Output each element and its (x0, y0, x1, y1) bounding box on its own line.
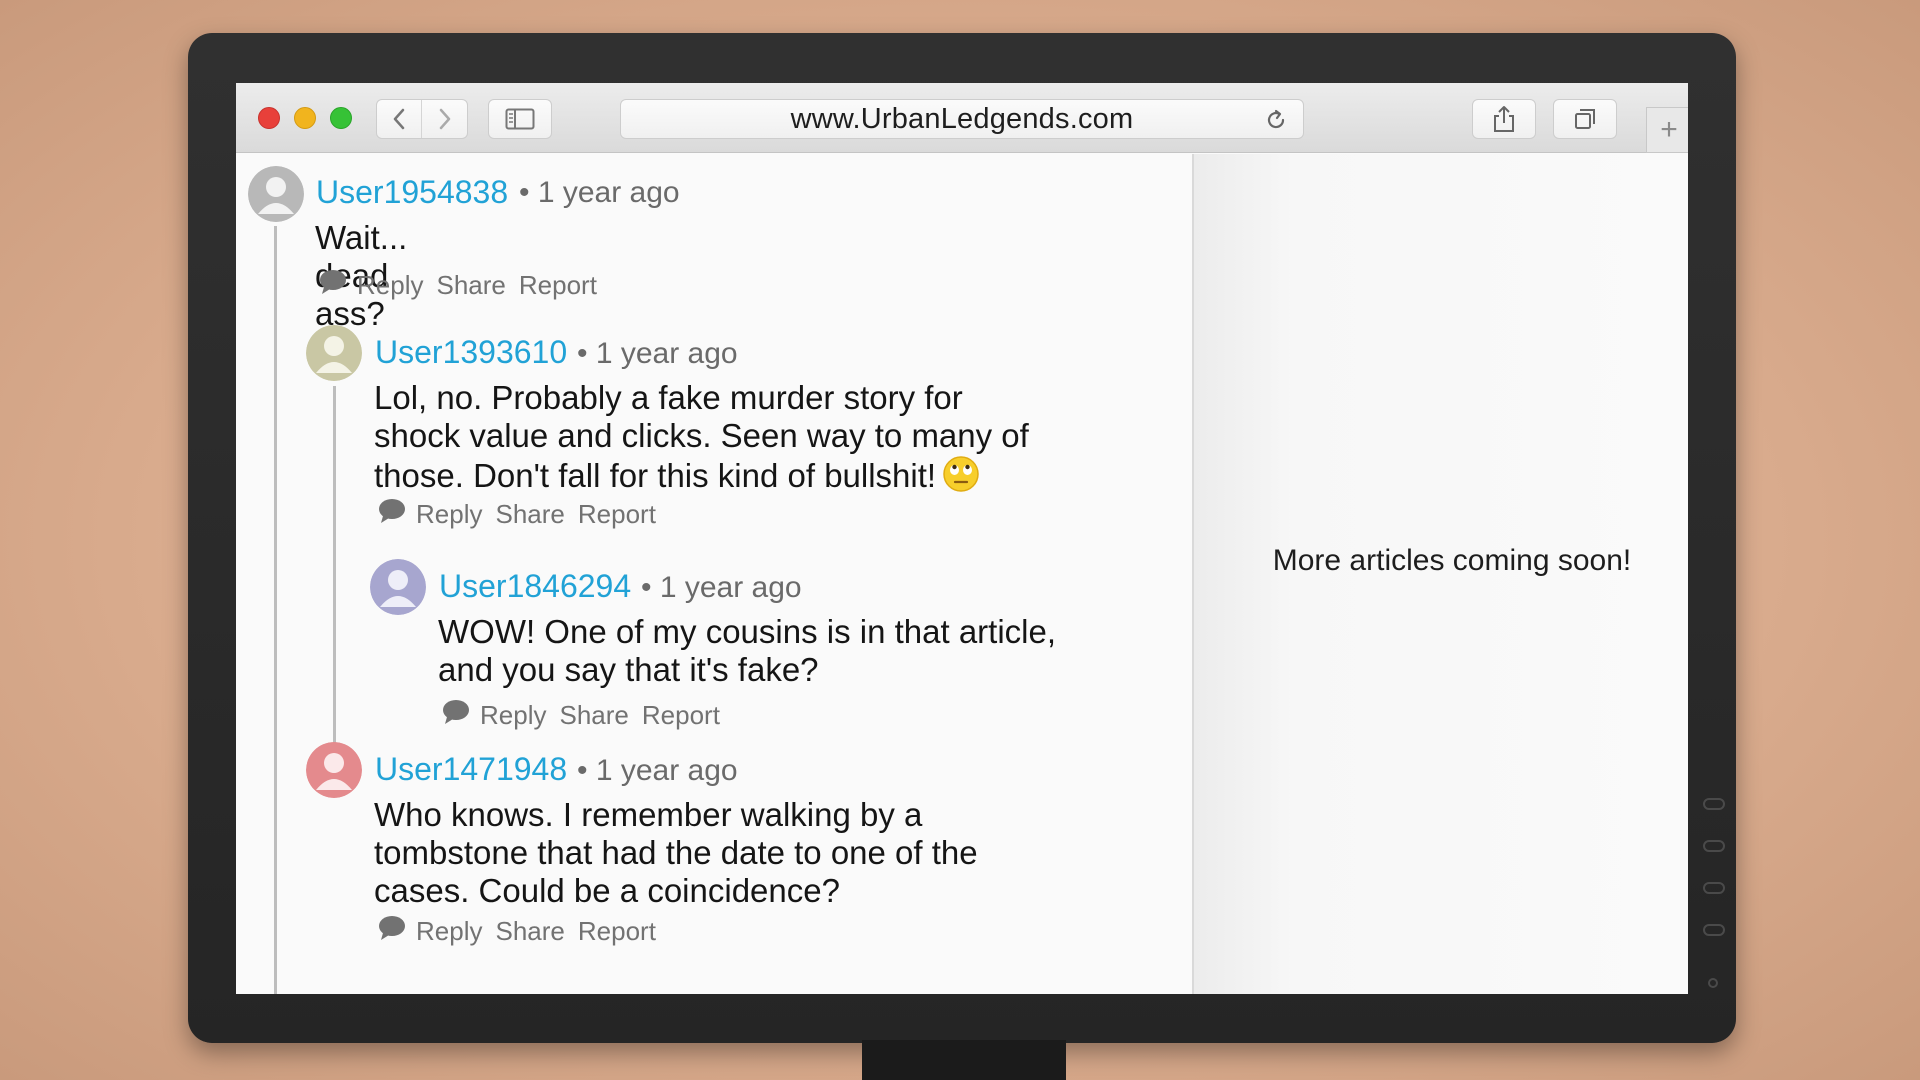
comment-bubble-icon (318, 269, 348, 302)
share-button[interactable]: Share (495, 916, 564, 947)
report-button[interactable]: Report (578, 916, 656, 947)
comment-actions: Reply Share Report (318, 269, 597, 302)
comment-username[interactable]: User1393610 (375, 334, 567, 371)
comment-body-line: and you say that it's fake? (438, 651, 819, 688)
address-bar[interactable]: www.UrbanLedgends.com (620, 99, 1304, 139)
forward-icon[interactable] (422, 100, 467, 138)
comment-body-line: Who knows. I remember walking by a (374, 796, 923, 833)
comment-body-line: shock value and clicks. Seen way to many… (374, 417, 1029, 454)
default-avatar-icon (306, 325, 362, 381)
browser-window: www.UrbanLedgends.com + More articles co… (236, 83, 1688, 994)
thread-line (333, 386, 336, 749)
url-text[interactable]: www.UrbanLedgends.com (791, 103, 1134, 136)
comment-bubble-icon (441, 699, 471, 732)
comment-timestamp: • 1 year ago (641, 571, 802, 604)
comment-username[interactable]: User1954838 (316, 174, 508, 211)
comment-body: Lol, no. Probably a fake murder story fo… (374, 379, 1134, 501)
share-button[interactable]: Share (436, 270, 505, 301)
monitor-button (1703, 924, 1725, 936)
default-avatar-icon (248, 166, 304, 222)
power-indicator (1708, 978, 1718, 988)
comment-body-line: those. Don't fall for this kind of bulls… (374, 457, 937, 494)
comment-body-line: WOW! One of my cousins is in that articl… (438, 613, 1057, 650)
report-button[interactable]: Report (519, 270, 597, 301)
comment-bubble-icon (377, 498, 407, 531)
monitor-stand (862, 1040, 1066, 1080)
comment-username[interactable]: User1846294 (439, 568, 631, 605)
comment-body: WOW! One of my cousins is in that articl… (438, 613, 1178, 689)
comment-timestamp: • 1 year ago (577, 754, 738, 787)
comment-username[interactable]: User1471948 (375, 751, 567, 788)
report-button[interactable]: Report (578, 499, 656, 530)
comment-body: Who knows. I remember walking by a tombs… (374, 796, 1134, 910)
comment-body-line: cases. Could be a coincidence? (374, 872, 840, 909)
avatar[interactable] (306, 325, 362, 381)
reply-button[interactable]: Reply (416, 499, 482, 530)
share-button[interactable] (1472, 99, 1536, 139)
avatar[interactable] (248, 166, 304, 222)
comment-bubble-icon (377, 915, 407, 948)
monitor-button (1703, 798, 1725, 810)
comment-body-line: tombstone that had the date to one of th… (374, 834, 978, 871)
eye-roll-emoji-icon (942, 455, 980, 501)
page-content: More articles coming soon! User1954838 •… (236, 154, 1688, 994)
comment-body-line-last: those. Don't fall for this kind of bulls… (374, 455, 1134, 501)
share-button[interactable]: Share (495, 499, 564, 530)
share-icon (1494, 106, 1514, 132)
report-button[interactable]: Report (642, 700, 720, 731)
monitor-button (1703, 840, 1725, 852)
monitor-button (1703, 882, 1725, 894)
comment-actions: Reply Share Report (377, 915, 656, 948)
reply-button[interactable]: Reply (416, 916, 482, 947)
comment-actions: Reply Share Report (441, 699, 720, 732)
reply-button[interactable]: Reply (480, 700, 546, 731)
back-icon[interactable] (377, 100, 423, 138)
new-tab-button[interactable]: + (1646, 107, 1688, 153)
sidebar-message: More articles coming soon! (1272, 544, 1632, 577)
sidebar-icon (505, 108, 535, 130)
thread-line (274, 226, 277, 994)
minimize-icon[interactable] (294, 107, 316, 129)
navigation-buttons (376, 99, 468, 139)
default-avatar-icon (370, 559, 426, 615)
comment-timestamp: • 1 year ago (577, 337, 738, 370)
zoom-icon[interactable] (330, 107, 352, 129)
sidebar-button[interactable] (488, 99, 552, 139)
reply-button[interactable]: Reply (357, 270, 423, 301)
avatar[interactable] (370, 559, 426, 615)
default-avatar-icon (306, 742, 362, 798)
browser-toolbar: www.UrbanLedgends.com + (236, 83, 1688, 153)
tabs-button[interactable] (1553, 99, 1617, 139)
comment-actions: Reply Share Report (377, 498, 656, 531)
avatar[interactable] (306, 742, 362, 798)
reload-icon[interactable] (1263, 107, 1289, 138)
share-button[interactable]: Share (559, 700, 628, 731)
comment-body-line: Lol, no. Probably a fake murder story fo… (374, 379, 963, 416)
close-icon[interactable] (258, 107, 280, 129)
comment-timestamp: • 1 year ago (519, 176, 680, 209)
tabs-icon (1575, 109, 1595, 129)
